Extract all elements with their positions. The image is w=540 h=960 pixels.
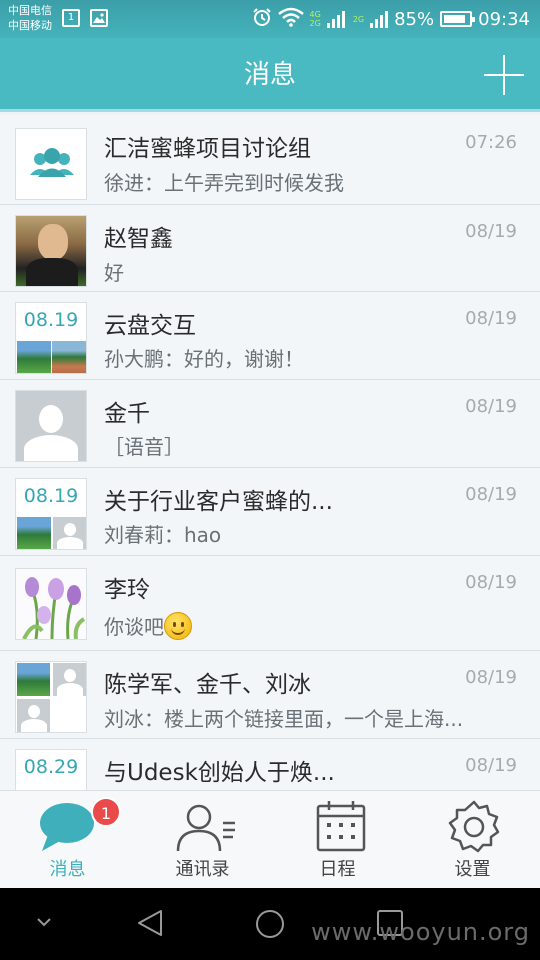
- conversation-row[interactable]: 赵智鑫 好 08/19: [0, 205, 540, 292]
- conversation-name: 陈学军、金千、刘冰: [104, 672, 311, 698]
- wifi-icon: [277, 7, 304, 32]
- conversation-preview: 你谈吧: [104, 611, 192, 640]
- network-type-tags: 4G 2G: [310, 10, 321, 28]
- tab-messages[interactable]: 1 消息: [0, 791, 135, 889]
- group-avatar: [15, 128, 87, 200]
- tulip-photo-avatar: [15, 568, 87, 640]
- date-avatar: 08.19: [15, 478, 87, 550]
- tab-label: 日程: [319, 859, 356, 880]
- status-bar: 中国电信 中国移动 1 4G 2G 2G 85% 09:34: [0, 0, 540, 38]
- group-icon: [30, 148, 74, 177]
- conversation-preview: 徐进：上午弄完到时候发我: [104, 171, 344, 195]
- carrier-2: 中国移动: [8, 19, 52, 32]
- conversation-row[interactable]: 李玲 你谈吧 08/19: [0, 556, 540, 651]
- conversation-row[interactable]: 陈学军、金千、刘冰 刘冰：楼上两个链接里面，一个是上海... 08/19: [0, 651, 540, 739]
- conversation-time: 08/19: [465, 484, 517, 505]
- home-icon[interactable]: [255, 909, 285, 939]
- page-title: 消息: [243, 60, 296, 90]
- network-tag-4g: 4G: [309, 10, 321, 19]
- date-avatar: 08.19: [15, 302, 87, 374]
- conversation-time: 08/19: [465, 221, 517, 242]
- conversation-row[interactable]: 汇洁蜜蜂项目讨论组 徐进：上午弄完到时候发我 07:26: [0, 115, 540, 205]
- thumbnail-photo: [17, 341, 51, 373]
- signal-icon-1: [326, 10, 345, 28]
- image-notification-icon: [90, 9, 108, 27]
- clock: 09:34: [478, 8, 530, 30]
- thumbnail-photo: [17, 517, 51, 549]
- add-button[interactable]: [482, 53, 526, 97]
- tab-label: 消息: [49, 859, 86, 880]
- conversation-preview: 孙大鹏：好的，谢谢！: [104, 347, 304, 371]
- conversation-row[interactable]: 08.19 关于行业客户蜜蜂的... 刘春莉：hao 08/19: [0, 468, 540, 556]
- conversation-preview: 刘冰：楼上两个链接里面，一个是上海...: [104, 707, 464, 731]
- status-right: 4G 2G 2G 85% 09:34: [252, 0, 530, 38]
- conversation-time: 08/19: [465, 667, 517, 688]
- tab-label: 设置: [454, 859, 491, 880]
- avatar-date-label: 08.19: [23, 485, 79, 507]
- conversation-row[interactable]: 08.19 云盘交互 孙大鹏：好的，谢谢！ 08/19: [0, 292, 540, 380]
- thumbnail-default-user: [17, 699, 50, 732]
- conversation-time: 08/19: [465, 572, 517, 593]
- hide-keyboard-icon[interactable]: [36, 916, 52, 928]
- contact-photo-avatar: [15, 215, 87, 287]
- conversation-preview: 好: [104, 261, 124, 285]
- back-icon[interactable]: [135, 908, 165, 938]
- tab-contacts[interactable]: 通讯录: [135, 791, 270, 889]
- gear-icon: [448, 800, 500, 853]
- conversation-time: 08/19: [465, 308, 517, 329]
- thumbnail-default-user: [53, 517, 86, 549]
- thumbnail-photo: [17, 663, 50, 696]
- conversation-time: 08/19: [465, 396, 517, 417]
- app-header: 消息: [0, 38, 540, 112]
- thumbnail-default-user: [53, 663, 86, 696]
- network-type-tag-2: 2G: [352, 14, 365, 24]
- conversation-row[interactable]: 08.29 与Udesk创始人于焕... 08/19: [0, 739, 540, 790]
- conversation-preview: ［语音］: [104, 435, 184, 459]
- calendar-icon: [316, 801, 366, 852]
- watermark: www.wooyun.org: [311, 918, 530, 946]
- tab-settings[interactable]: 设置: [405, 791, 540, 889]
- battery-icon: [440, 11, 476, 27]
- conversation-time: 07:26: [465, 132, 517, 153]
- contacts-icon: [176, 804, 235, 852]
- carrier-1: 中国电信: [8, 4, 52, 17]
- chat-bubble-icon: [40, 803, 94, 851]
- bottom-tab-bar: 1 消息 通讯录 日程 设置: [0, 790, 540, 888]
- conversation-list[interactable]: 汇洁蜜蜂项目讨论组 徐进：上午弄完到时候发我 07:26 赵智鑫 好 08/19…: [0, 115, 540, 790]
- thumbnail-photo: [52, 341, 86, 373]
- default-user-avatar: [15, 390, 87, 462]
- conversation-time: 08/19: [465, 755, 517, 776]
- date-avatar: 08.29: [15, 749, 87, 790]
- conversation-name: 云盘交互: [104, 313, 196, 339]
- conversation-name: 李玲: [104, 577, 150, 603]
- conversation-name: 与Udesk创始人于焕...: [104, 760, 335, 786]
- conversation-name: 赵智鑫: [104, 226, 173, 252]
- group-composite-avatar: [15, 661, 87, 733]
- notification-box-icon: 1: [62, 9, 80, 27]
- network-tag-2g: 2G: [309, 19, 321, 28]
- unread-badge: 1: [91, 797, 121, 827]
- tab-label: 通讯录: [175, 859, 230, 880]
- conversation-name: 金千: [104, 401, 150, 427]
- conversation-preview: 刘春莉：hao: [104, 523, 222, 547]
- avatar-date-label: 08.19: [23, 309, 79, 331]
- alarm-icon: [252, 7, 272, 32]
- tab-schedule[interactable]: 日程: [270, 791, 405, 889]
- conversation-name: 汇洁蜜蜂项目讨论组: [104, 136, 311, 162]
- battery-percent: 85%: [394, 8, 435, 30]
- conversation-name: 关于行业客户蜜蜂的...: [104, 489, 333, 515]
- system-nav-bar: www.wooyun.org: [0, 888, 540, 960]
- signal-icon-2: [370, 10, 389, 28]
- avatar-date-label: 08.29: [23, 756, 79, 778]
- carrier-names: 中国电信 中国移动: [8, 3, 52, 33]
- conversation-row[interactable]: 金千 ［语音］ 08/19: [0, 380, 540, 468]
- smiley-emoji-icon: [164, 612, 192, 640]
- preview-text: 你谈吧: [104, 615, 164, 639]
